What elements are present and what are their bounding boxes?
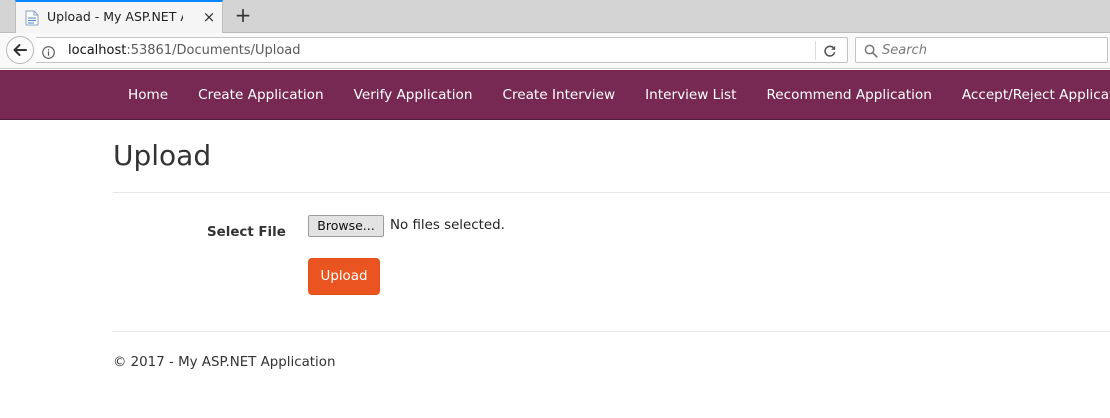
nav-item-create-interview[interactable]: Create Interview — [487, 70, 630, 120]
address-bar[interactable]: localhost:53861/Documents/Upload — [36, 37, 848, 63]
nav-item-interview-list[interactable]: Interview List — [630, 70, 751, 120]
tab-title: Upload - My ASP.NET Applic — [47, 9, 183, 24]
close-icon[interactable]: × — [201, 9, 217, 25]
file-status-text: No files selected. — [390, 218, 505, 233]
info-icon[interactable] — [42, 44, 55, 59]
nav-item-create-application[interactable]: Create Application — [183, 70, 338, 120]
search-bar[interactable] — [855, 37, 1108, 63]
nav-item-home[interactable]: Home — [113, 70, 183, 120]
divider — [113, 331, 1110, 332]
nav-item-verify-application[interactable]: Verify Application — [339, 70, 488, 120]
new-tab-icon[interactable]: + — [233, 5, 253, 25]
document-icon — [25, 10, 39, 26]
nav-item-recommend-application[interactable]: Recommend Application — [751, 70, 946, 120]
select-file-label: Select File — [207, 225, 286, 240]
browse-button[interactable]: Browse... — [308, 215, 384, 237]
url-text: localhost:53861/Documents/Upload — [68, 43, 301, 58]
search-input[interactable] — [882, 41, 1102, 59]
upload-button[interactable]: Upload — [308, 258, 380, 295]
site-navbar: Home Create Application Verify Applicati… — [0, 70, 1110, 120]
footer-copyright: © 2017 - My ASP.NET Application — [113, 355, 336, 370]
url-path: :53861/Documents/Upload — [126, 43, 301, 58]
browser-toolbar: localhost:53861/Documents/Upload — [0, 33, 1110, 69]
browser-tab-strip: Upload - My ASP.NET Applic × + — [0, 0, 1110, 33]
nav-item-accept-reject-application[interactable]: Accept/Reject Application — [947, 70, 1110, 120]
divider — [815, 41, 816, 60]
url-host: localhost — [68, 43, 127, 58]
divider — [113, 192, 1110, 193]
page-title: Upload — [113, 139, 212, 172]
reload-icon[interactable] — [823, 43, 837, 57]
browser-tab[interactable]: Upload - My ASP.NET Applic × — [15, 0, 223, 33]
search-icon — [864, 43, 878, 58]
back-arrow-icon — [13, 44, 27, 56]
back-button[interactable] — [6, 36, 34, 64]
nav-menu: Home Create Application Verify Applicati… — [113, 70, 1110, 120]
